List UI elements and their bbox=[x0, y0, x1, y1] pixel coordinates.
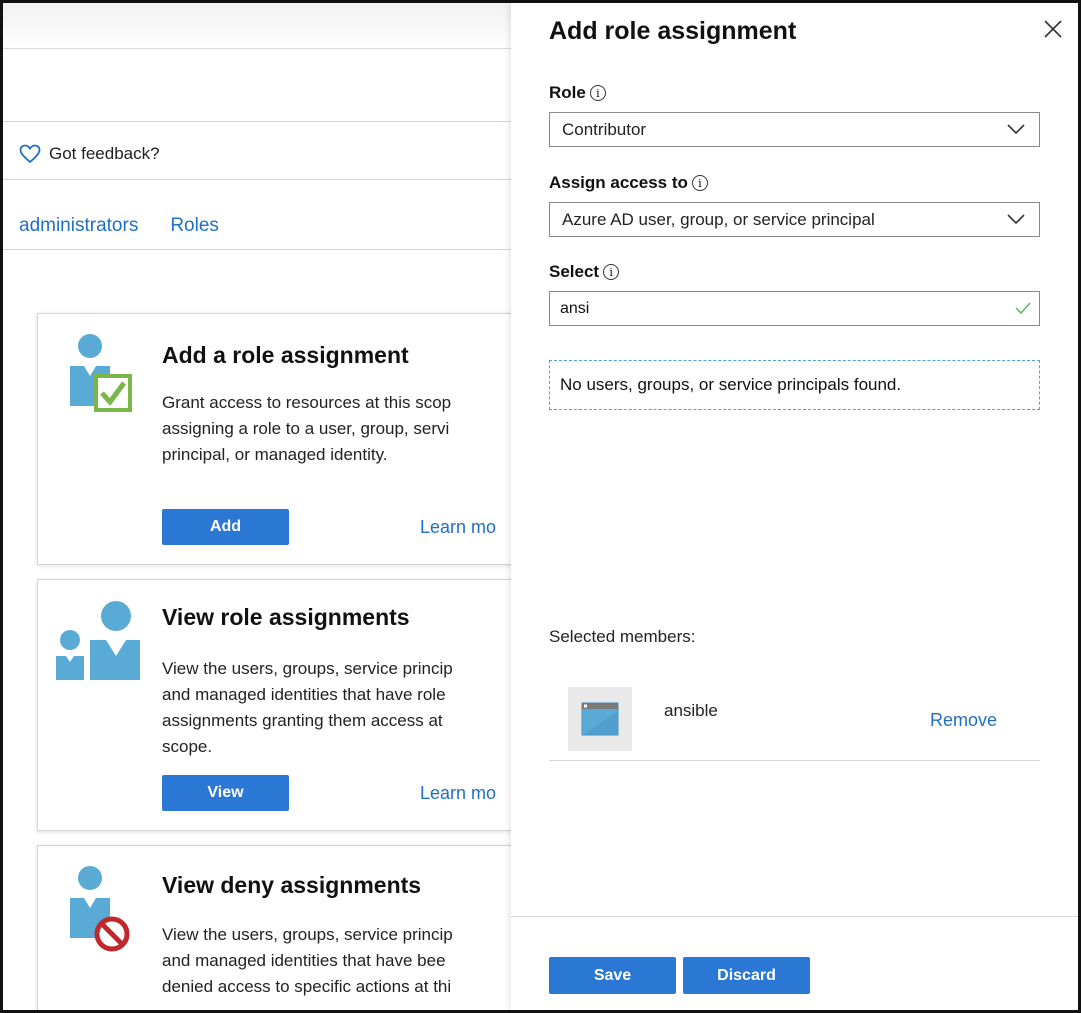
discard-button[interactable]: Discard bbox=[683, 957, 810, 994]
app-window-icon bbox=[581, 702, 619, 736]
selected-members-label: Selected members: bbox=[549, 627, 696, 646]
select-label: Select i bbox=[549, 262, 620, 282]
add-role-assignment-blade: Add role assignment Role i Contributor A… bbox=[511, 3, 1078, 1010]
learn-more-link[interactable]: Learn mo bbox=[420, 783, 496, 804]
divider bbox=[3, 179, 511, 180]
close-icon[interactable] bbox=[1041, 17, 1065, 41]
add-role-assignment-card: Add a role assignment Grant access to re… bbox=[37, 313, 511, 565]
card-description: View the users, groups, service princip … bbox=[162, 925, 453, 996]
checkmark-icon bbox=[1015, 302, 1031, 315]
access-control-page: Got feedback? administrators Roles Add a… bbox=[3, 3, 511, 1010]
save-button[interactable]: Save bbox=[549, 957, 676, 994]
role-dropdown[interactable]: Contributor bbox=[549, 112, 1040, 147]
assign-access-label: Assign access to i bbox=[549, 173, 708, 193]
screen: Got feedback? administrators Roles Add a… bbox=[0, 0, 1081, 1013]
no-results-message: No users, groups, or service principals … bbox=[549, 360, 1040, 410]
learn-more-link[interactable]: Learn mo bbox=[420, 517, 496, 538]
chevron-down-icon bbox=[1007, 124, 1025, 135]
card-title: Add a role assignment bbox=[162, 342, 409, 368]
top-toolbar-area bbox=[3, 3, 511, 49]
tab-administrators[interactable]: administrators bbox=[19, 215, 138, 237]
view-deny-assignments-card: View deny assignments View the users, gr… bbox=[37, 845, 511, 1010]
card-title: View deny assignments bbox=[162, 872, 422, 898]
blade-title: Add role assignment bbox=[549, 17, 797, 45]
divider bbox=[3, 121, 511, 122]
remove-member-link[interactable]: Remove bbox=[930, 710, 997, 731]
member-avatar bbox=[568, 687, 632, 751]
footer-divider bbox=[511, 916, 1078, 917]
role-dropdown-value: Contributor bbox=[562, 119, 647, 139]
user-check-icon bbox=[70, 334, 132, 412]
tab-bar: administrators Roles bbox=[19, 215, 219, 237]
card-description: View the users, groups, service princip … bbox=[162, 659, 453, 756]
tab-roles[interactable]: Roles bbox=[170, 215, 219, 237]
chevron-down-icon bbox=[1007, 214, 1025, 225]
select-search-input[interactable] bbox=[549, 291, 1040, 326]
user-deny-icon bbox=[70, 866, 130, 952]
info-icon[interactable]: i bbox=[691, 175, 708, 191]
info-icon[interactable]: i bbox=[589, 85, 606, 101]
divider bbox=[3, 249, 511, 250]
view-button[interactable]: View bbox=[162, 775, 289, 811]
feedback-link[interactable]: Got feedback? bbox=[19, 141, 160, 167]
assign-access-dropdown[interactable]: Azure AD user, group, or service princip… bbox=[549, 202, 1040, 237]
view-role-assignments-card: View role assignments View the users, gr… bbox=[37, 579, 511, 831]
users-icon bbox=[56, 601, 140, 680]
add-button[interactable]: Add bbox=[162, 509, 289, 545]
info-icon[interactable]: i bbox=[603, 264, 620, 280]
divider bbox=[549, 760, 1040, 761]
member-name: ansible bbox=[664, 701, 718, 720]
role-label: Role i bbox=[549, 83, 606, 103]
feedback-label: Got feedback? bbox=[49, 144, 160, 163]
assign-access-dropdown-value: Azure AD user, group, or service princip… bbox=[562, 209, 875, 229]
heart-icon bbox=[19, 144, 41, 164]
card-description: Grant access to resources at this scop a… bbox=[162, 393, 452, 464]
card-title: View role assignments bbox=[162, 604, 410, 630]
